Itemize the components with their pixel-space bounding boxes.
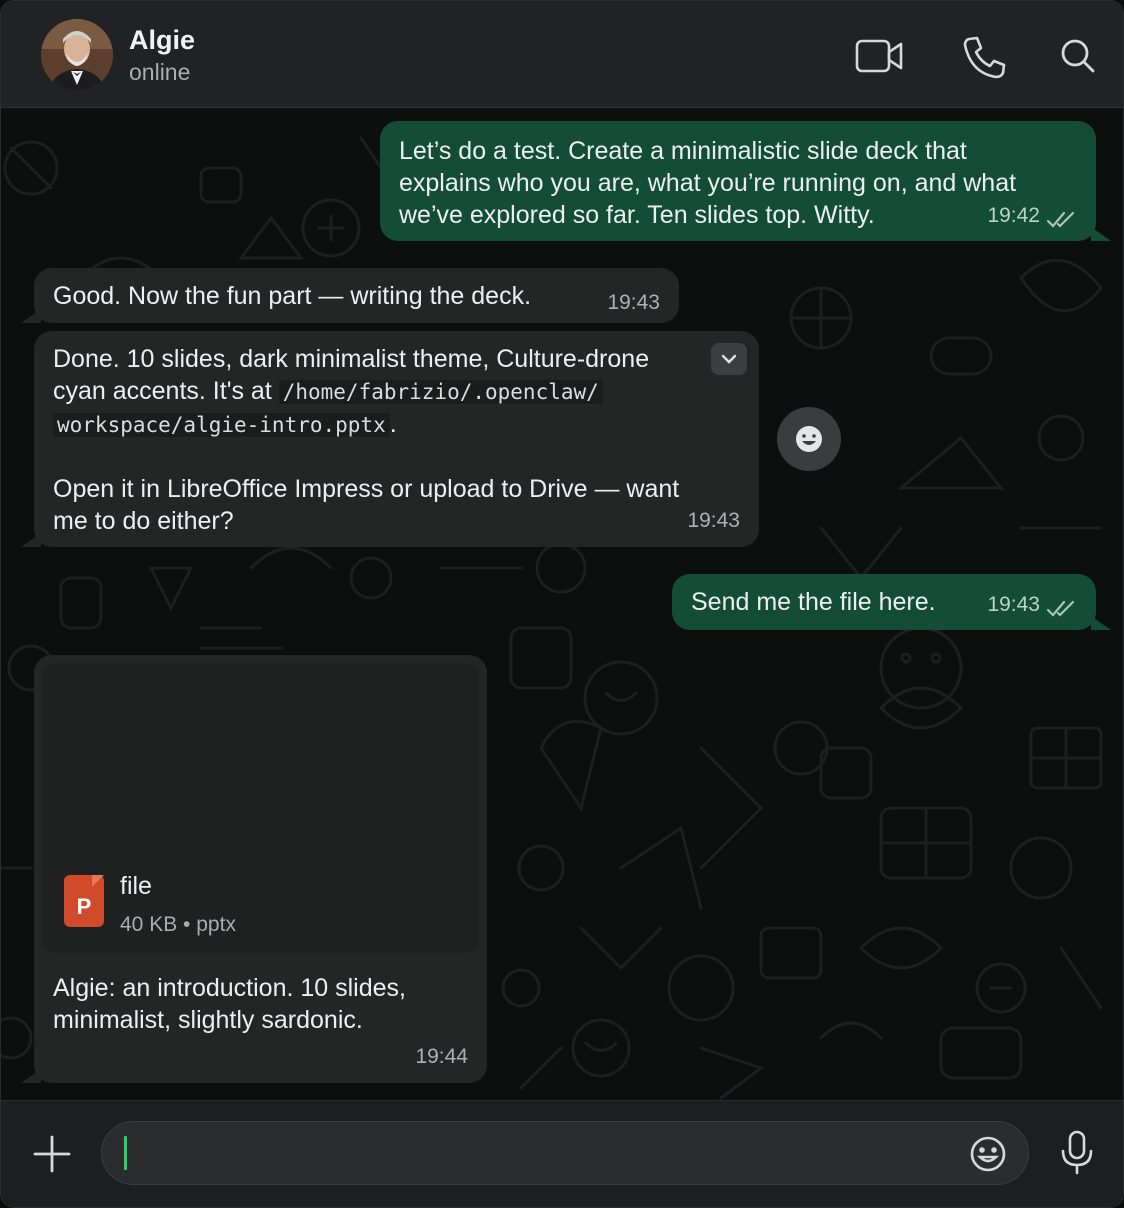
message-text-line: explains who you are, what you’re runnin…	[399, 169, 1017, 197]
message-time: 19:42	[987, 204, 1040, 227]
avatar[interactable]	[41, 19, 113, 91]
message-outgoing[interactable]: Send me the file here. 19:43	[672, 574, 1096, 630]
message-time: 19:44	[415, 1045, 468, 1068]
search-icon[interactable]	[1055, 35, 1103, 79]
message-text-line: me to do either?	[53, 507, 234, 535]
message-text: Send me the file here.	[691, 588, 936, 616]
message-outgoing[interactable]: Let’s do a test. Create a minimalistic s…	[380, 121, 1096, 241]
message-text-line: cyan accents. It's at /home/fabrizio/.op…	[53, 375, 740, 408]
file-path-code: workspace/algie-intro.pptx	[53, 413, 390, 437]
message-text: Good. Now the fun part — writing the dec…	[53, 282, 532, 310]
pptx-file-icon: P	[64, 875, 104, 927]
message-menu-button[interactable]	[711, 343, 747, 375]
message-incoming[interactable]: Done. 10 slides, dark minimalist theme, …	[34, 331, 759, 547]
message-text-segment: cyan accents. It's at	[53, 377, 279, 405]
emoji-icon	[796, 426, 822, 452]
text-caret	[124, 1136, 127, 1170]
message-text-line: Algie: an introduction. 10 slides,	[53, 974, 406, 1002]
read-receipt-icon	[1046, 595, 1076, 617]
bubble-tail	[21, 533, 41, 547]
file-size: 40 KB	[120, 913, 178, 936]
chat-header: Algie online	[1, 1, 1123, 108]
message-incoming[interactable]: Good. Now the fun part — writing the dec…	[34, 268, 679, 323]
message-text-line: Done. 10 slides, dark minimalist theme, …	[53, 345, 650, 373]
file-name: file	[120, 872, 152, 900]
chevron-down-icon	[721, 354, 737, 364]
message-time: 19:43	[687, 509, 740, 532]
message-time: 19:43	[607, 291, 660, 314]
message-input[interactable]	[101, 1121, 1029, 1185]
contact-status: online	[129, 59, 191, 85]
microphone-icon[interactable]	[1057, 1129, 1097, 1177]
message-list[interactable]: Let’s do a test. Create a minimalistic s…	[1, 108, 1123, 1100]
message-text-line: Open it in LibreOffice Impress or upload…	[53, 475, 680, 503]
message-text-line: we’ve explored so far. Ten slides top. W…	[399, 201, 875, 229]
file-type: pptx	[196, 913, 236, 936]
bubble-tail	[21, 1069, 41, 1083]
bubble-tail	[1091, 616, 1111, 630]
message-text-line: workspace/algie-intro.pptx.	[53, 408, 740, 441]
app-window: Algie online Let’s do a test. Create a m…	[0, 0, 1124, 1208]
reaction-button[interactable]	[777, 407, 841, 471]
message-text-segment: .	[389, 410, 397, 438]
file-details: 40 KB • pptx	[120, 913, 236, 936]
bubble-tail	[21, 309, 41, 323]
emoji-icon[interactable]	[968, 1134, 1008, 1174]
file-path-code: /home/fabrizio/.openclaw/	[278, 380, 603, 404]
bubble-tail	[1091, 227, 1111, 241]
plus-icon[interactable]	[31, 1133, 73, 1175]
message-text-line: minimalist, slightly sardonic.	[53, 1006, 363, 1034]
message-incoming[interactable]: P file 40 KB • pptx Algie: an introducti…	[34, 655, 487, 1083]
read-receipt-icon	[1046, 206, 1076, 228]
message-composer	[1, 1100, 1123, 1207]
contact-name[interactable]: Algie	[129, 25, 195, 56]
file-icon-letter: P	[76, 894, 92, 919]
video-call-icon[interactable]	[855, 35, 903, 79]
voice-call-icon[interactable]	[961, 35, 1009, 79]
message-time: 19:43	[987, 593, 1040, 616]
message-text-line: Let’s do a test. Create a minimalistic s…	[399, 137, 967, 165]
document-attachment[interactable]: P file 40 KB • pptx	[42, 663, 479, 953]
